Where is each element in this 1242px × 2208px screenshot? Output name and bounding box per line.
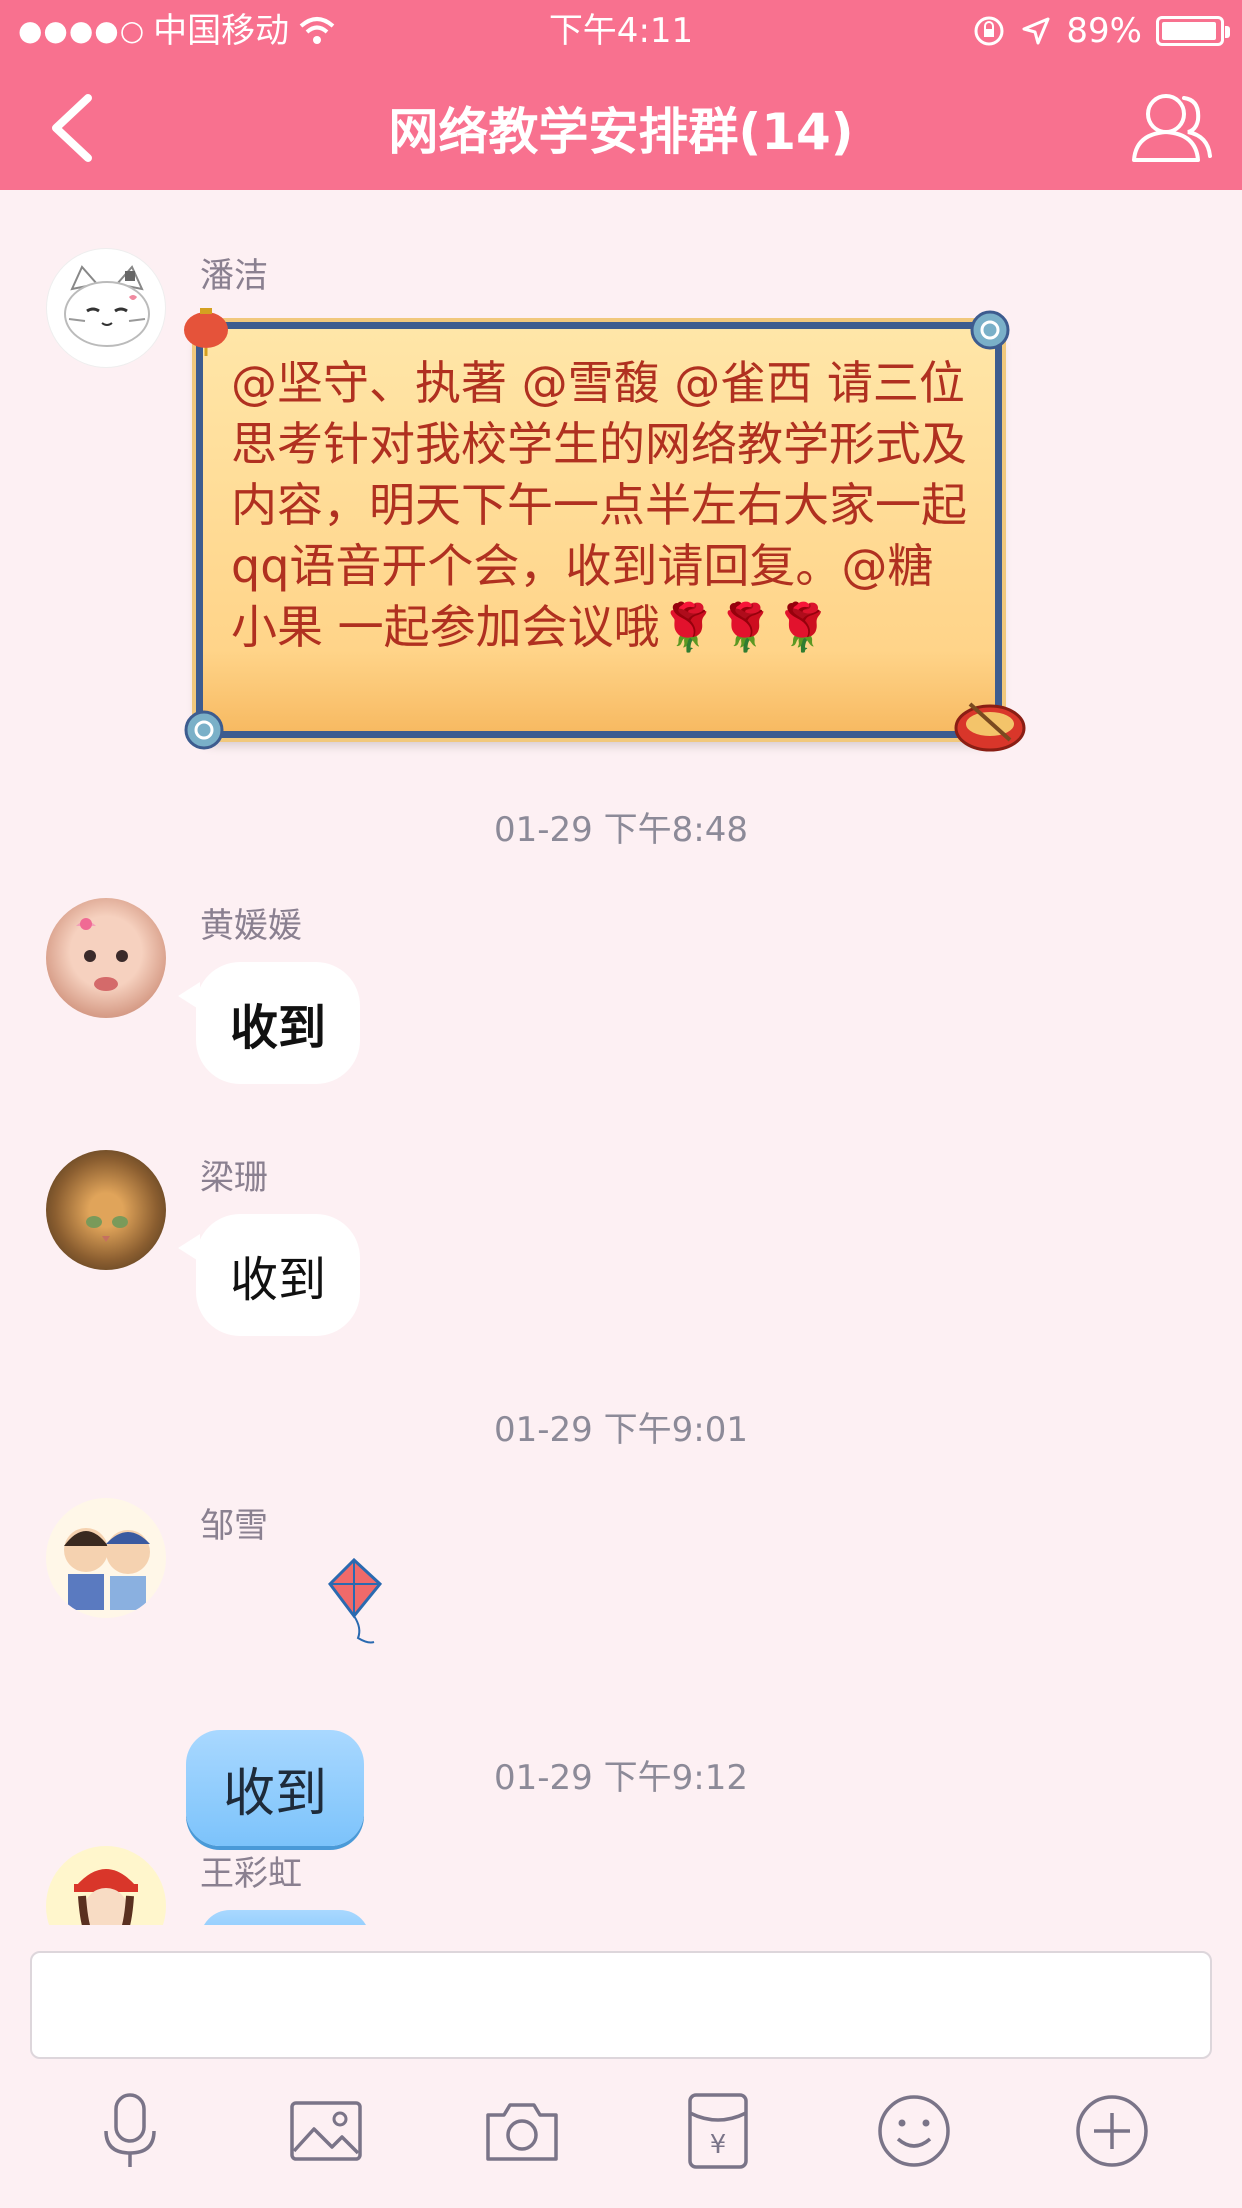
timestamp: 01-29 下午9:01 <box>494 1410 748 1450</box>
kitten-avatar-icon <box>86 1216 128 1242</box>
message-text: 收到 <box>230 1000 327 1056</box>
girl-red-hat-avatar-icon <box>74 1869 138 1925</box>
battery-percent: 89% <box>1066 11 1142 51</box>
image-icon[interactable] <box>286 2091 366 2171</box>
drum-icon <box>954 702 1026 752</box>
avatar[interactable] <box>46 248 166 368</box>
message-text: @坚守、执著 @雪馥 @雀西 请三位思考针对我校学生的网络教学形式及内容，明天下… <box>231 356 967 654</box>
avatar[interactable] <box>46 1498 166 1618</box>
kite-icon <box>328 1558 383 1644</box>
location-arrow-icon <box>1022 17 1050 45</box>
sender-name: 邹雪 <box>200 1506 268 1546</box>
cat-avatar-icon <box>64 265 150 347</box>
camera-icon[interactable] <box>482 2091 562 2171</box>
message-input[interactable] <box>30 1951 1212 2059</box>
message-bubble[interactable] <box>200 1910 370 1925</box>
cartoon-boys-avatar-icon <box>64 1528 150 1610</box>
avatar[interactable] <box>46 1150 166 1270</box>
svg-text:¥: ¥ <box>710 2130 727 2160</box>
plus-icon[interactable] <box>1072 2091 1152 2171</box>
cloud-swirl-icon <box>970 310 1010 350</box>
timestamp: 01-29 下午9:12 <box>494 1758 748 1798</box>
avatar[interactable] <box>46 898 166 1018</box>
chat-area[interactable]: 潘洁 @坚守、执著 @雪馥 @雀西 请三位思考针对我校学生的网络教学形式及内容，… <box>0 190 1242 1925</box>
message-bubble[interactable]: 收到 <box>177 1214 361 1336</box>
timestamp: 01-29 下午8:48 <box>494 810 748 850</box>
message-bubble[interactable]: 收到 <box>177 962 361 1084</box>
sender-name: 王彩虹 <box>200 1854 302 1894</box>
status-time: 下午4:11 <box>548 11 694 51</box>
red-packet-icon[interactable]: ¥ <box>678 2091 758 2171</box>
baby-avatar-icon <box>76 918 128 991</box>
message-bubble[interactable]: @坚守、执著 @雪馥 @雀西 请三位思考针对我校学生的网络教学形式及内容，明天下… <box>196 322 1002 738</box>
message-text: 收到 <box>230 1252 327 1308</box>
rotation-lock-icon <box>974 16 1004 46</box>
status-bar: ●●●●○ 中国移动 下午4:11 89% <box>0 0 1242 62</box>
cloud-swirl-icon <box>184 710 224 750</box>
avatar[interactable] <box>46 1846 166 1925</box>
lantern-icon <box>184 308 228 356</box>
top-bar: ●●●●○ 中国移动 下午4:11 89% 网络教学安排群(14) <box>0 0 1242 190</box>
nav-bar: 网络教学安排群(14) <box>0 62 1242 190</box>
emoji-icon[interactable] <box>874 2091 954 2171</box>
group-members-icon[interactable] <box>1126 82 1216 172</box>
input-area: ¥ <box>0 1925 1242 2208</box>
sender-name: 梁珊 <box>200 1158 268 1198</box>
page-title: 网络教学安排群(14) <box>388 103 854 161</box>
sender-name: 黄媛媛 <box>200 906 302 946</box>
microphone-icon[interactable] <box>90 2091 170 2171</box>
battery-icon <box>1156 16 1230 46</box>
sender-name: 潘洁 <box>200 256 268 296</box>
